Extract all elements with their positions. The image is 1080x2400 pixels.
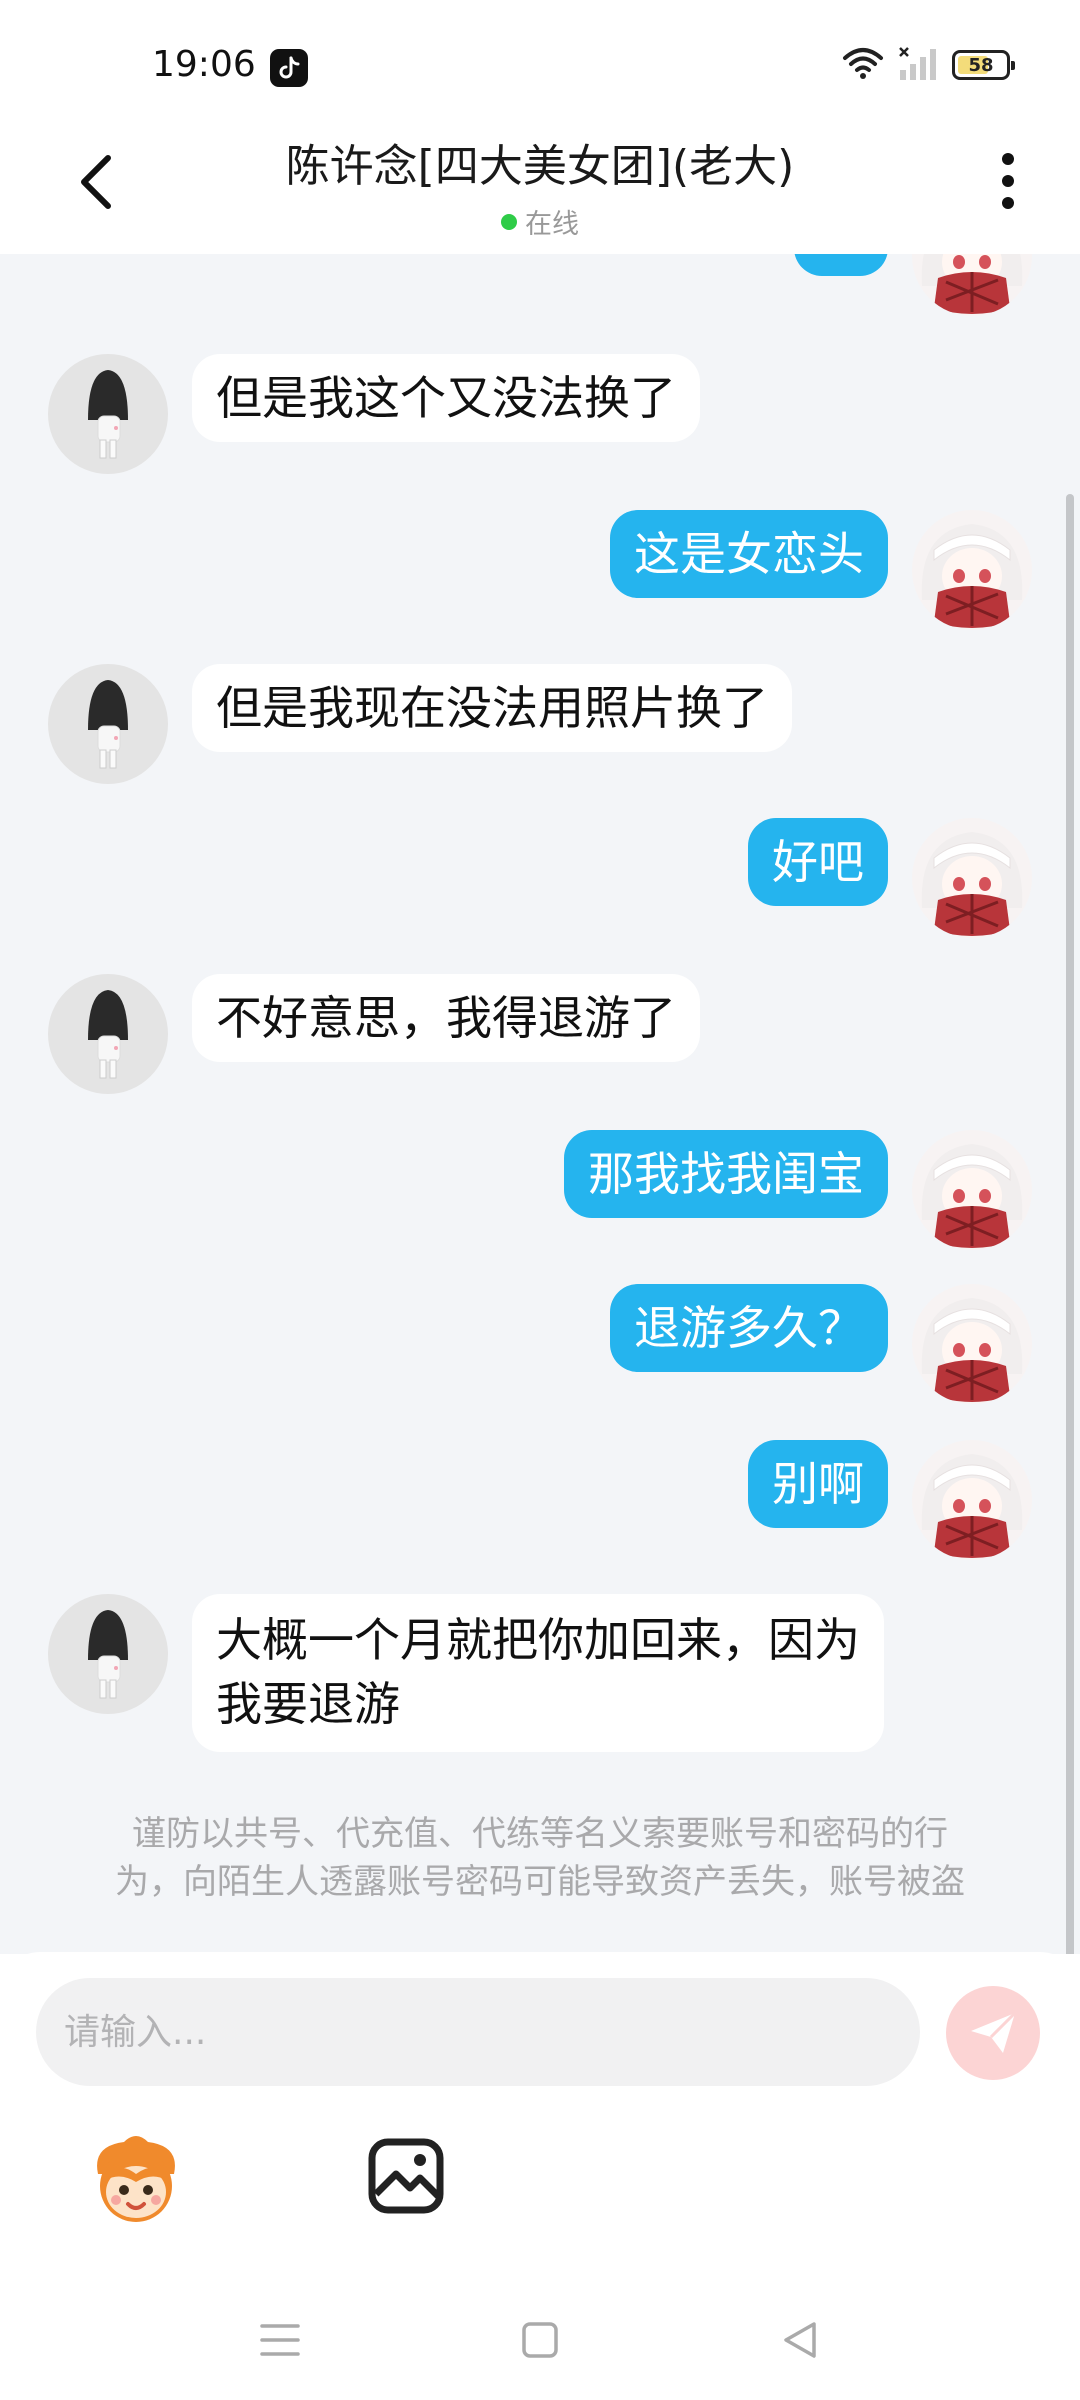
- message-bubble-sent[interactable]: 退游多久？: [610, 1284, 888, 1372]
- image-button[interactable]: [366, 2136, 446, 2216]
- peer-avatar[interactable]: [48, 1594, 168, 1714]
- message-input[interactable]: [36, 1978, 920, 2086]
- message-bubble-sent[interactable]: 那我找我闺宝: [564, 1130, 888, 1218]
- wifi-icon: [842, 46, 884, 84]
- back-nav-button[interactable]: [770, 2310, 830, 2370]
- back-triangle-icon: [784, 2322, 816, 2358]
- my-avatar[interactable]: [912, 254, 1032, 316]
- image-icon: [368, 2138, 444, 2214]
- home-nav-button[interactable]: [510, 2310, 570, 2370]
- menu-nav-button[interactable]: [250, 2310, 310, 2370]
- peer-avatar[interactable]: [48, 354, 168, 474]
- more-vertical-icon: [1002, 153, 1014, 209]
- my-avatar[interactable]: [912, 818, 1032, 938]
- home-square-icon: [522, 2322, 558, 2358]
- message-bubble-received[interactable]: 不好意思，我得退游了: [192, 974, 700, 1062]
- chat-title: 陈许念[四大美女团](老大): [285, 141, 795, 192]
- message-bubble-received[interactable]: 大概一个月就把你加回来，因为 我要退游: [192, 1594, 884, 1752]
- battery-icon: 58: [952, 50, 1015, 80]
- sticker-button[interactable]: [84, 2128, 188, 2232]
- my-avatar[interactable]: [912, 1440, 1032, 1560]
- status-bar: 19:06 58: [0, 0, 1080, 120]
- status-time: 19:06: [152, 44, 256, 85]
- peer-avatar[interactable]: [48, 664, 168, 784]
- send-button[interactable]: [946, 1986, 1040, 2080]
- online-dot: [501, 213, 517, 230]
- peer-avatar[interactable]: [48, 974, 168, 1094]
- message-text-line: 我要退游: [216, 1677, 400, 1731]
- send-plane-icon: [971, 2011, 1017, 2053]
- tiktok-icon: [270, 49, 308, 87]
- online-status-label: 在线: [525, 209, 579, 240]
- security-notice-line: 为，向陌生人透露账号密码可能导致资产丢失，账号被盗: [115, 1862, 965, 1902]
- message-text-line: 大概一个月就把你加回来，因为: [216, 1613, 860, 1667]
- message-bubble-received[interactable]: 但是我现在没法用照片换了: [192, 664, 792, 752]
- message-bubble-sent[interactable]: 这是女恋头: [610, 510, 888, 598]
- system-nav-bar: [0, 2290, 1080, 2380]
- message-bubble-sent[interactable]: 好吧: [748, 818, 888, 906]
- my-avatar[interactable]: [912, 510, 1032, 630]
- mascot-face-icon: [97, 2136, 175, 2222]
- scrollbar[interactable]: [1066, 494, 1074, 1954]
- battery-level: 58: [968, 54, 994, 76]
- message-bubble-sent[interactable]: 别啊: [748, 1440, 888, 1528]
- security-notice-line: 谨防以共号、代充值、代练等名义索要账号和密码的行: [132, 1814, 948, 1854]
- signal-icon: [898, 46, 938, 84]
- my-avatar[interactable]: [912, 1284, 1032, 1404]
- security-notice: 谨防以共号、代充值、代练等名义索要账号和密码的行 为，向陌生人透露账号密码可能导…: [80, 1810, 1000, 1906]
- online-status: 在线: [0, 202, 1080, 241]
- my-avatar[interactable]: [912, 1130, 1032, 1250]
- message-bubble-sent-partial[interactable]: [794, 254, 888, 276]
- menu-icon: [260, 2324, 300, 2356]
- message-bubble-received[interactable]: 但是我这个又没法换了: [192, 354, 700, 442]
- chat-header: 陈许念[四大美女团](老大) 在线: [0, 120, 1080, 254]
- more-options-button[interactable]: [978, 146, 1038, 216]
- chat-message-list[interactable]: 但是我这个又没法换了 这是女恋头 但是我现在没法用照片换了 好吧 不好意思，我得…: [0, 254, 1080, 1954]
